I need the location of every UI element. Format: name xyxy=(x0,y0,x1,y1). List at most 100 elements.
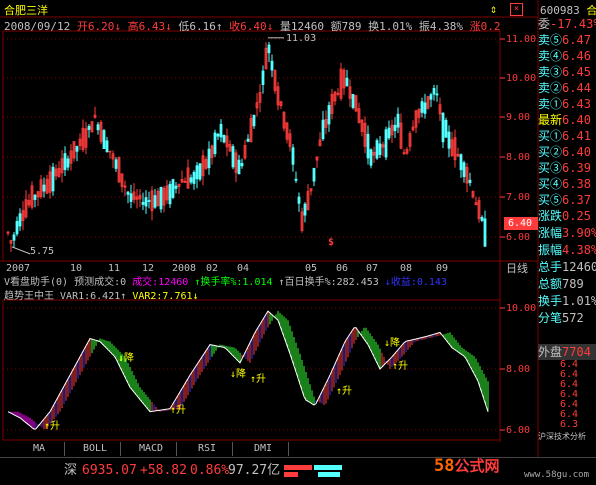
candle-body xyxy=(174,185,178,189)
signal-down: ↓降 xyxy=(384,338,401,349)
last-price-tag: 6.40 xyxy=(504,217,538,230)
candle-body xyxy=(396,113,400,128)
candle-body xyxy=(240,163,244,167)
tab-ma[interactable]: MA xyxy=(14,442,65,456)
watermark-url: www.58gu.com xyxy=(524,470,590,480)
candle-body xyxy=(153,195,157,208)
candle-body xyxy=(231,146,235,168)
candle-body xyxy=(129,193,133,202)
candle-body xyxy=(75,146,79,152)
candle-body xyxy=(270,60,274,71)
stat-row: 分笔572 xyxy=(538,311,584,325)
tick-price: 6.3 xyxy=(560,419,579,430)
candle-body xyxy=(198,163,202,180)
buy-row: 买⑤6.37 xyxy=(538,193,591,207)
sub-tick: 6.00 xyxy=(506,425,531,436)
ratio-value: 委-17.43% xyxy=(538,17,596,31)
candle-body xyxy=(144,197,148,207)
candle-body xyxy=(444,119,448,138)
signal-s-icon: $ xyxy=(328,237,335,248)
candle-body xyxy=(252,114,256,127)
stat-row: 总额789 xyxy=(538,277,584,291)
candle-body xyxy=(432,87,436,95)
candle-body xyxy=(441,112,445,143)
index-change: +58.82 xyxy=(140,463,187,478)
candle-body xyxy=(429,94,433,100)
candle-body xyxy=(195,165,199,180)
candle-body xyxy=(66,158,70,168)
high-annotation: 11.03 xyxy=(286,33,317,44)
index-amount: 97.27亿 xyxy=(228,463,281,478)
sell-row: 卖③6.45 xyxy=(538,65,591,79)
buy-row: 买②6.40 xyxy=(538,145,591,159)
last-row: 最新6.40 xyxy=(538,113,591,127)
sell-row: 卖④6.46 xyxy=(538,49,591,63)
tab-macd[interactable]: MACD xyxy=(126,442,177,456)
price-tick: 11.00 xyxy=(506,34,537,45)
candle-body xyxy=(423,102,427,114)
updown-bar-red-2 xyxy=(284,472,298,477)
low-pointer xyxy=(11,246,31,255)
candle-body xyxy=(375,140,379,159)
tab-rsi[interactable]: RSI xyxy=(182,442,233,456)
candle-body xyxy=(468,179,472,184)
candle-body xyxy=(87,125,91,130)
candle-body xyxy=(303,203,307,216)
sub-tick: 8.00 xyxy=(506,364,531,375)
candle-body xyxy=(435,93,439,96)
candle-body xyxy=(459,154,463,171)
date-tick: 2007 xyxy=(6,263,31,274)
index-value: 6935.07 xyxy=(82,463,137,478)
candle-body xyxy=(159,186,163,210)
market-label: 深 xyxy=(64,463,78,478)
candle-body xyxy=(420,101,424,113)
price-tick: 8.00 xyxy=(506,152,531,163)
pin-icon[interactable]: ⇕ xyxy=(490,3,497,16)
updown-bar-red xyxy=(284,465,312,470)
signal-down: ↓降 xyxy=(230,369,247,380)
date-tick: 06 xyxy=(336,263,349,274)
period-label[interactable]: 日线 xyxy=(506,262,528,275)
stat-row: 振幅4.38% xyxy=(538,243,596,257)
buy-row: 买①6.41 xyxy=(538,129,591,143)
close-icon[interactable]: × xyxy=(510,3,523,16)
tab-dmi[interactable]: DMI xyxy=(238,442,289,456)
tab-boll[interactable]: BOLL xyxy=(70,442,121,456)
date-tick: 2008 xyxy=(172,263,197,274)
date-tick: 04 xyxy=(237,263,250,274)
candle-body xyxy=(168,183,172,205)
stat-row: 总手12460 xyxy=(538,260,596,274)
candle-body xyxy=(189,177,193,183)
candle-body xyxy=(462,162,466,178)
candle-body xyxy=(171,179,175,198)
signal-up: ↑升 xyxy=(44,421,61,432)
signal-up: ↑升 xyxy=(170,405,187,416)
candle-body xyxy=(147,200,151,202)
candle-body xyxy=(297,196,301,204)
candle-body xyxy=(213,132,217,155)
candle-body xyxy=(378,143,382,156)
candle-body xyxy=(447,131,451,149)
candle-body xyxy=(219,123,223,138)
candle-body xyxy=(105,140,109,153)
candle-body xyxy=(261,70,265,85)
tick-label: 沪深技术分析 xyxy=(538,432,586,441)
candle-body xyxy=(387,127,391,139)
quote-line: 2008/09/12 开6.20↓ 高6.43↓ 低6.16↑ 收6.40↓ 量… xyxy=(4,20,501,33)
sell-row: 卖②6.44 xyxy=(538,81,591,95)
stock-name: 合肥三洋 xyxy=(4,4,48,17)
candle-body xyxy=(51,166,55,192)
candle-body xyxy=(63,153,67,171)
price-tick: 9.00 xyxy=(506,112,531,123)
sell-row: 卖⑤6.47 xyxy=(538,33,591,47)
date-tick: 08 xyxy=(400,263,413,274)
main-chart-frame xyxy=(2,30,501,262)
candle-body xyxy=(18,213,22,227)
price-tick: 6.00 xyxy=(506,232,531,243)
indicator-line-2: 趋势王中王 VAR1:6.421↑ VAR2:7.761↓ xyxy=(4,291,199,302)
candle-body xyxy=(483,218,487,247)
candle-body xyxy=(327,105,331,125)
orderbook: 委-17.43% 卖⑤6.47 卖④6.46 卖③6.45 卖②6.44 卖①6.43 … xyxy=(538,16,596,442)
candle-body xyxy=(15,220,19,235)
candle-body xyxy=(96,124,100,131)
